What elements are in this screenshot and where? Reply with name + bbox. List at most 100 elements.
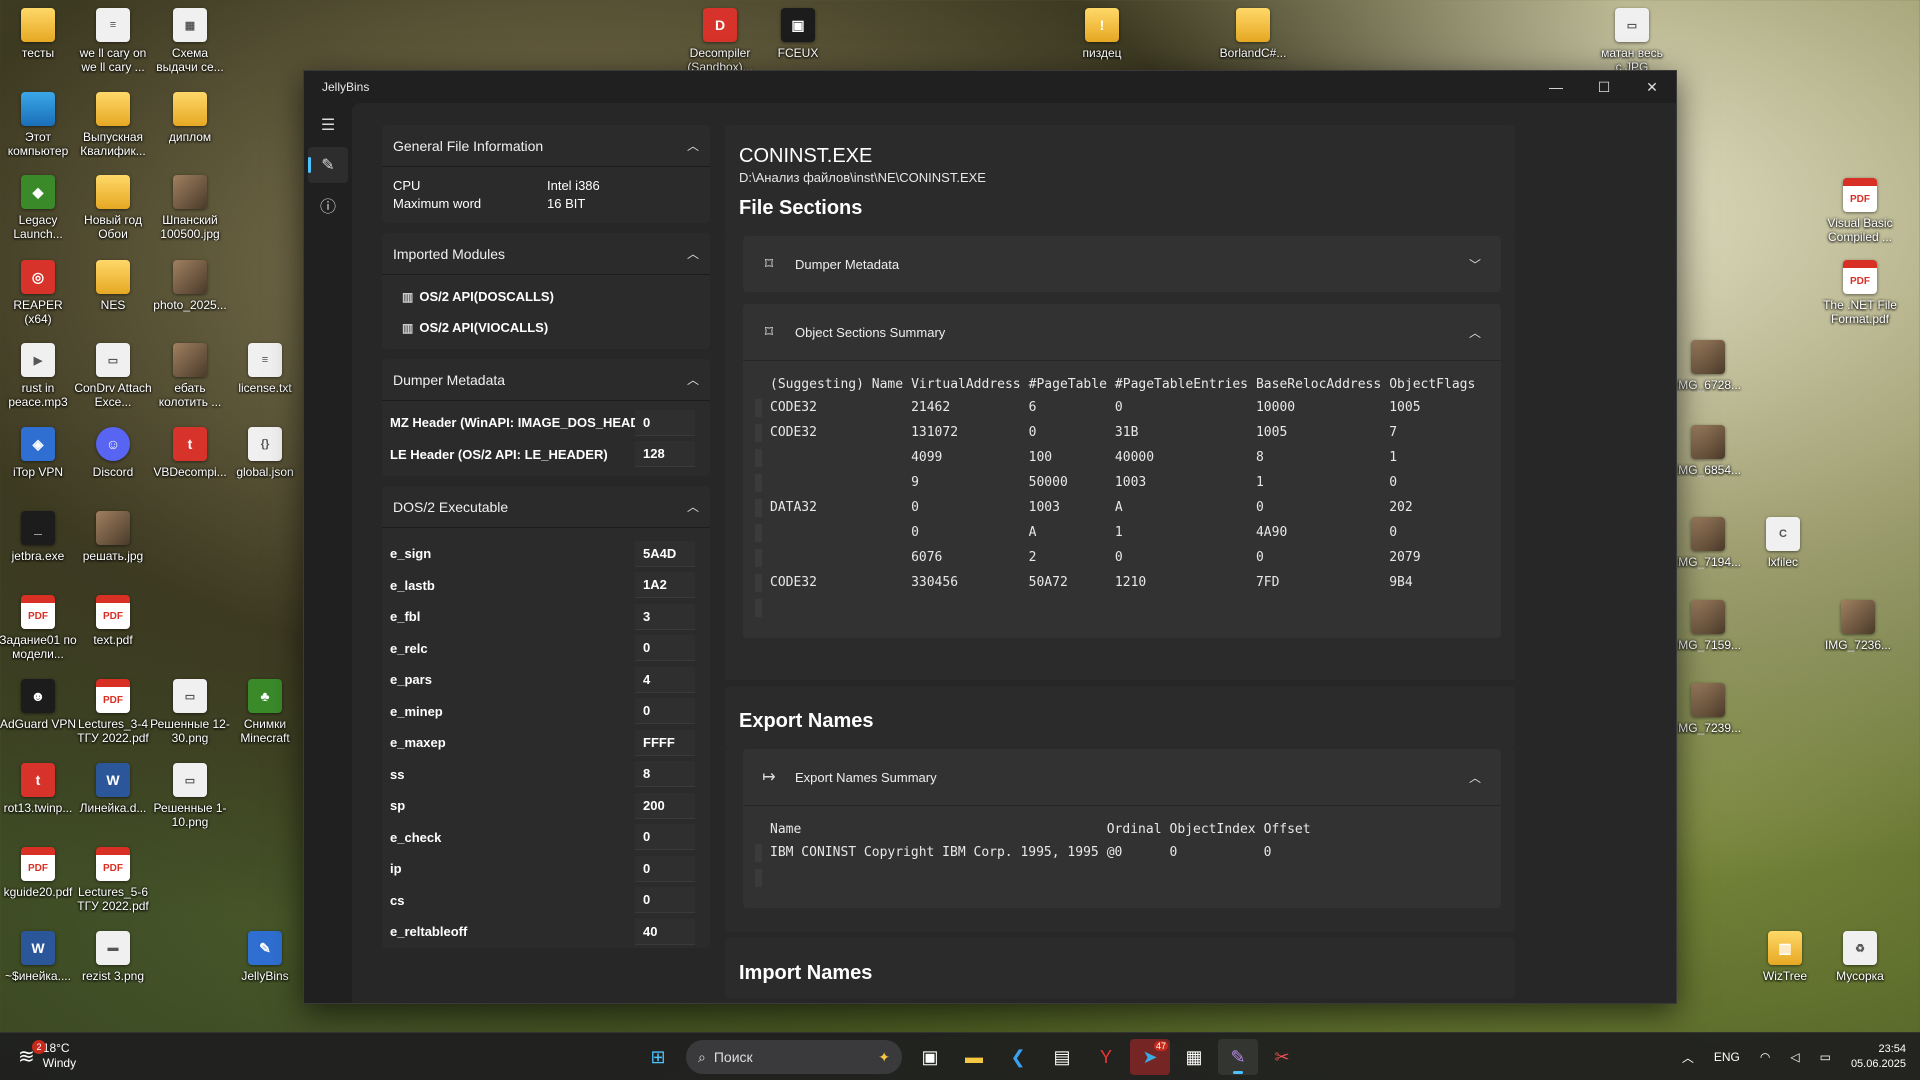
- desktop-icon[interactable]: ♣ Снимки Minecraft: [225, 679, 305, 745]
- field-value[interactable]: 4: [635, 666, 695, 693]
- field-value[interactable]: 0: [635, 824, 695, 851]
- desktop-icon[interactable]: PDF text.pdf: [73, 595, 153, 647]
- monitor-app-icon[interactable]: ▤: [1042, 1039, 1082, 1075]
- desktop-icon[interactable]: PDF Задание01 по модели...: [0, 595, 78, 661]
- dos2-executable-header[interactable]: DOS/2 Executable ︿: [382, 486, 710, 528]
- field-value[interactable]: 0: [635, 887, 695, 914]
- row-selector[interactable]: [755, 448, 762, 467]
- vscode-icon[interactable]: ❮: [998, 1039, 1038, 1075]
- hamburger-menu-icon[interactable]: ☰: [308, 107, 348, 143]
- desktop-icon[interactable]: ≡ license.txt: [225, 343, 305, 395]
- desktop-icon[interactable]: Этот компьютер: [0, 92, 78, 158]
- desktop-icon[interactable]: ✎ JellyBins: [225, 931, 305, 983]
- field-value[interactable]: 0: [635, 635, 695, 662]
- maximize-button[interactable]: ☐: [1580, 71, 1628, 103]
- calculator-icon[interactable]: ▦: [1174, 1039, 1214, 1075]
- table-row[interactable]: CODE32 21462 6 0 10000 1005: [755, 395, 1483, 420]
- desktop-icon[interactable]: ◎ REAPER (x64): [0, 260, 78, 326]
- table-row[interactable]: IBM CONINST Copyright IBM Corp. 1995, 19…: [755, 840, 1319, 865]
- yandex-browser-icon[interactable]: Y: [1086, 1039, 1126, 1075]
- field-value[interactable]: 3: [635, 603, 695, 630]
- desktop-icon[interactable]: ≡ we ll cary on we ll cary ...: [73, 8, 153, 74]
- field-value[interactable]: 8: [635, 761, 695, 788]
- field-value[interactable]: 1A2: [635, 572, 695, 599]
- desktop-icon[interactable]: D Decompiler (Sandbox)...: [680, 8, 760, 74]
- field-value[interactable]: 128: [635, 441, 695, 468]
- desktop-icon[interactable]: диплом: [150, 92, 230, 144]
- close-button[interactable]: ✕: [1628, 71, 1676, 103]
- desktop-icon[interactable]: ▭ матан весь с.JPG: [1592, 8, 1672, 74]
- desktop-icon[interactable]: ▥ WizTree: [1745, 931, 1825, 983]
- table-row[interactable]: 6076 2 0 0 2079: [755, 545, 1483, 570]
- row-selector[interactable]: [755, 498, 762, 517]
- info-icon[interactable]: ⓘ: [308, 187, 348, 223]
- desktop-icon[interactable]: PDF Lectures_5-6 ТГУ 2022.pdf: [73, 847, 153, 913]
- desktop-icon[interactable]: ! пиздец: [1062, 8, 1142, 60]
- snipping-tool-icon[interactable]: ✂: [1262, 1039, 1302, 1075]
- row-selector[interactable]: [755, 548, 762, 567]
- desktop-icon[interactable]: ☺ Discord: [73, 427, 153, 479]
- field-value[interactable]: FFFF: [635, 729, 695, 756]
- chevron-up-icon[interactable]: ︿: [1469, 324, 1481, 341]
- desktop-icon[interactable]: Шпанский 100500.jpg: [150, 175, 230, 241]
- table-row[interactable]: DATA32 0 1003 A 0 202: [755, 495, 1483, 520]
- table-row[interactable]: 9 50000 1003 1 0: [755, 470, 1483, 495]
- desktop-icon[interactable]: PDF Lectures_3-4 ТГУ 2022.pdf: [73, 679, 153, 745]
- desktop-icon[interactable]: PDF kguide20.pdf: [0, 847, 78, 899]
- desktop-icon[interactable]: ▭ ConDrv Attach Exce...: [73, 343, 153, 409]
- chevron-up-icon[interactable]: ︿: [687, 137, 699, 154]
- desktop-icon[interactable]: ♻ Мусорка: [1820, 931, 1900, 983]
- desktop-icon[interactable]: ◈ iTop VPN: [0, 427, 78, 479]
- module-item[interactable]: ▥ OS/2 API(VIOCALLS): [382, 312, 710, 343]
- desktop-icon[interactable]: PDF Visual Basic Compiled ...: [1820, 178, 1900, 244]
- dumper-metadata-header[interactable]: Dumper Metadata ︿: [382, 359, 710, 401]
- desktop-icon[interactable]: IMG_6728...: [1668, 340, 1748, 392]
- chevron-down-icon[interactable]: ﹀: [1469, 256, 1481, 273]
- desktop-icon[interactable]: NES: [73, 260, 153, 312]
- row-selector[interactable]: [755, 473, 762, 492]
- table-row[interactable]: CODE32 330456 50A72 1210 7FD 9B4: [755, 570, 1483, 595]
- desktop-icon[interactable]: тесты: [0, 8, 78, 60]
- desktop-icon[interactable]: Выпускная Квалифик...: [73, 92, 153, 158]
- desktop-icon[interactable]: Новый год Обои: [73, 175, 153, 241]
- field-value[interactable]: 0: [635, 855, 695, 882]
- table-empty-row[interactable]: [755, 865, 1319, 890]
- desktop-icon[interactable]: ▭ Решенные 1-10.png: [150, 763, 230, 829]
- table-row[interactable]: 4099 100 40000 8 1: [755, 445, 1483, 470]
- desktop-icon[interactable]: BorlandC#...: [1213, 8, 1293, 60]
- desktop-icon[interactable]: ▭ Решенные 12-30.png: [150, 679, 230, 745]
- dumper-metadata-expander-header[interactable]: ⌑ Dumper Metadata ﹀: [743, 236, 1501, 292]
- row-selector[interactable]: [755, 573, 762, 592]
- desktop-icon[interactable]: {} global.json: [225, 427, 305, 479]
- field-value[interactable]: 200: [635, 792, 695, 819]
- field-value[interactable]: 0: [635, 409, 695, 436]
- desktop-icon[interactable]: ▶ rust in peace.mp3: [0, 343, 78, 409]
- desktop-icon[interactable]: ☻ AdGuard VPN: [0, 679, 78, 731]
- start-button[interactable]: ⊞: [638, 1039, 678, 1075]
- table-empty-row[interactable]: [755, 595, 1483, 620]
- module-item[interactable]: ▥ OS/2 API(DOSCALLS): [382, 281, 710, 312]
- desktop-icon[interactable]: Clxfilec: [1743, 517, 1823, 569]
- table-row[interactable]: 0 A 1 4A90 0: [755, 520, 1483, 545]
- desktop-icon[interactable]: W ~$инейка....: [0, 931, 78, 983]
- desktop-icon[interactable]: photo_2025...: [150, 260, 230, 312]
- desktop-icon[interactable]: PDF The .NET File Format.pdf: [1820, 260, 1900, 326]
- row-selector[interactable]: [755, 843, 762, 862]
- desktop-icon[interactable]: ебать колотить ...: [150, 343, 230, 409]
- export-names-expander-header[interactable]: ↦ Export Names Summary ︿: [743, 749, 1501, 805]
- chevron-up-icon[interactable]: ︿: [687, 498, 699, 515]
- chevron-up-icon[interactable]: ︿: [1682, 1049, 1694, 1066]
- general-info-header[interactable]: General File Information ︿: [382, 125, 710, 167]
- language-indicator[interactable]: ENG: [1714, 1050, 1740, 1064]
- desktop-icon[interactable]: IMG_7194...: [1668, 517, 1748, 569]
- chevron-up-icon[interactable]: ︿: [687, 245, 699, 262]
- desktop-icon[interactable]: IMG_7159...: [1668, 600, 1748, 652]
- row-selector[interactable]: [755, 398, 762, 417]
- row-selector[interactable]: [755, 423, 762, 442]
- file-explorer-icon[interactable]: ▬: [954, 1039, 994, 1075]
- imported-modules-header[interactable]: Imported Modules ︿: [382, 233, 710, 275]
- table-row[interactable]: CODE32 131072 0 31B 1005 7: [755, 420, 1483, 445]
- row-selector[interactable]: [755, 598, 762, 617]
- desktop-icon[interactable]: ▬ rezist 3.png: [73, 931, 153, 983]
- field-value[interactable]: 5A4D: [635, 540, 695, 567]
